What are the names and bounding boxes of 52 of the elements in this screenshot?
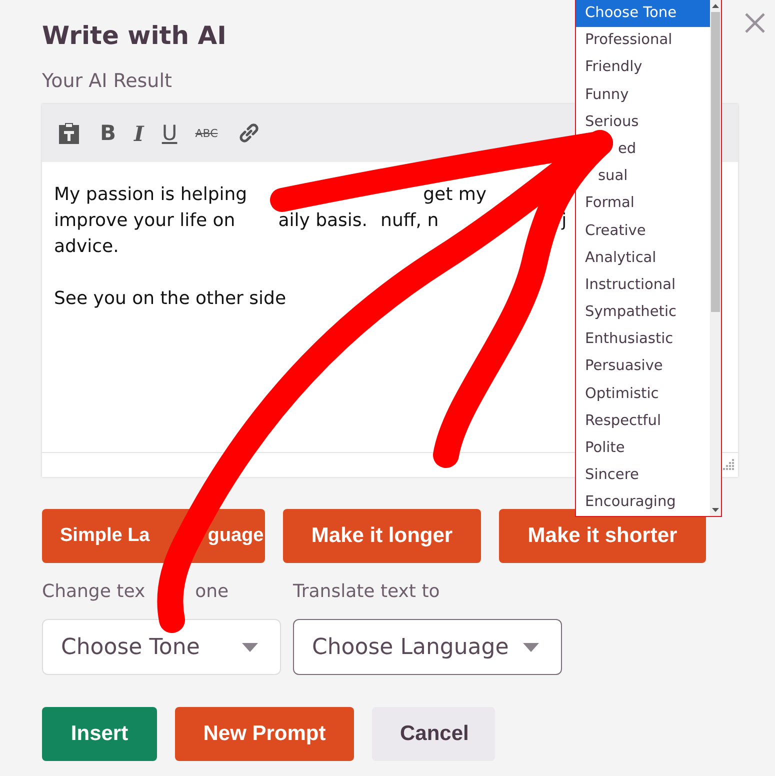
paste-icon[interactable] xyxy=(56,120,82,146)
section-label: Your AI Result xyxy=(42,70,173,92)
footer-button[interactable]: New Prompt xyxy=(175,707,354,761)
dropdown-option[interactable]: Sympathetic xyxy=(585,304,676,320)
dropdown-option[interactable]: Persuasive xyxy=(585,358,663,374)
text-fragment: improve your life on xyxy=(54,209,236,233)
text-fragment: My passion is helping xyxy=(54,183,248,207)
scroll-down-icon[interactable] xyxy=(712,508,719,512)
caret-icon[interactable] xyxy=(523,642,539,652)
tone-dropdown[interactable]: Choose Tone xyxy=(42,619,281,675)
dropdown-option[interactable]: Formal xyxy=(585,195,634,212)
dropdown-option[interactable]: Enthusiastic xyxy=(585,331,674,348)
dropdown-option[interactable]: Sincere xyxy=(585,467,639,484)
dropdown-option[interactable]: Funny xyxy=(585,86,629,103)
text-fragment: get my xyxy=(423,183,487,207)
caret-icon[interactable] xyxy=(242,642,258,652)
close-icon[interactable] xyxy=(744,12,766,34)
scroll-up-icon[interactable] xyxy=(712,4,719,8)
dropdown-option[interactable]: Choose Tone xyxy=(576,0,710,28)
action-button[interactable]: Make it shorter xyxy=(499,509,706,563)
dropdown-option[interactable]: Encouraging xyxy=(585,494,676,510)
underline-button[interactable]: U xyxy=(162,122,178,144)
field-label: Change tex xyxy=(42,581,146,604)
text-fragment: advice. xyxy=(54,235,119,259)
italic-button[interactable]: I xyxy=(134,122,144,144)
text-fragment: aily basis. xyxy=(278,209,368,233)
action-button[interactable]: Make it longer xyxy=(283,509,481,563)
footer-button[interactable]: Cancel xyxy=(372,707,495,761)
dropdown-option[interactable]: Creative xyxy=(585,222,646,238)
dropdown-option[interactable]: Instructional xyxy=(585,276,676,293)
footer-button[interactable]: Insert xyxy=(42,707,157,761)
dropdown-option[interactable]: sual xyxy=(598,168,628,184)
dropdown-option[interactable]: Optimistic xyxy=(585,386,659,402)
text-fragment: j xyxy=(562,209,567,233)
field-label: one xyxy=(195,581,229,604)
dropdown-option[interactable]: Serious xyxy=(585,114,639,130)
dropdown-option[interactable]: Polite xyxy=(585,440,625,456)
dropdown-option[interactable]: Friendly xyxy=(585,59,642,76)
scrollbar[interactable] xyxy=(710,0,721,516)
dropdown-option[interactable]: Respectful xyxy=(585,412,662,429)
dropdown-option[interactable]: ed xyxy=(618,140,636,157)
language-dropdown[interactable]: Choose Language xyxy=(293,619,562,675)
dialog-title: Write with AI xyxy=(42,20,226,50)
text-fragment: nuff, n xyxy=(380,209,439,233)
bold-button[interactable]: B xyxy=(100,122,116,144)
strikethrough-button[interactable]: ABC xyxy=(195,128,218,138)
field-label: Translate text to xyxy=(293,581,441,604)
resize-handle-icon[interactable] xyxy=(723,459,735,471)
dropdown-option[interactable]: Professional xyxy=(585,32,672,48)
scrollbar-thumb[interactable] xyxy=(711,12,720,312)
text-fragment: See you on the other side xyxy=(54,287,286,311)
dropdown-option[interactable]: Analytical xyxy=(585,250,656,266)
